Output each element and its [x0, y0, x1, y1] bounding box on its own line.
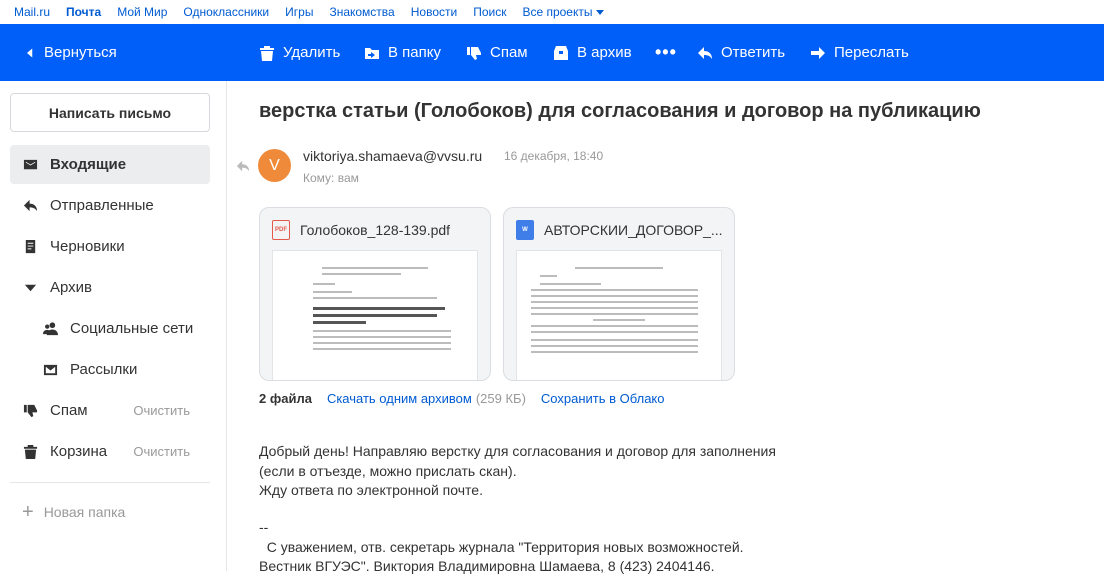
sidebar-item-label: Отправленные — [50, 197, 154, 214]
attachment-header: W АВТОРСКИИ_ДОГОВОР_... — [516, 220, 726, 240]
sender-email[interactable]: viktoriya.shamaeva@vvsu.ru — [303, 148, 482, 164]
sidebar-item-archive[interactable]: Архив — [10, 268, 210, 307]
move-label: В папку — [388, 44, 441, 61]
caret-down-icon — [22, 280, 38, 296]
portal-link-games[interactable]: Игры — [285, 5, 313, 19]
portal-link-all-projects[interactable]: Все проекты — [522, 5, 604, 19]
reply-button[interactable]: Ответить — [697, 24, 785, 81]
message-body: Добрый день! Направляю верстку для согла… — [259, 443, 776, 498]
archive-icon — [554, 45, 568, 60]
portal-link-ok[interactable]: Одноклассники — [183, 5, 269, 19]
spam-icon — [22, 403, 38, 419]
sidebar-item-label: Рассылки — [70, 361, 138, 378]
sidebar-item-label: Черновики — [50, 238, 125, 255]
attachment-card[interactable]: PDF Голобоков_128-139.pdf — [259, 207, 491, 381]
sidebar-item-newsletters[interactable]: Рассылки — [10, 350, 210, 389]
sidebar-item-label: Корзина — [50, 443, 108, 460]
attachment-name: Голобоков_128-139.pdf — [300, 222, 451, 238]
attachments-meta: 2 файла Скачать одним архивом (259 КБ) С… — [259, 391, 665, 406]
replied-indicator-icon — [236, 159, 250, 173]
attachment-name: АВТОРСКИИ_ДОГОВОР_... — [544, 222, 723, 238]
move-to-folder-button[interactable]: В папку — [364, 24, 441, 81]
avatar[interactable]: V — [258, 149, 291, 182]
chevron-down-icon — [595, 10, 604, 16]
reply-label: Ответить — [721, 44, 786, 61]
sidebar-item-label: Входящие — [50, 156, 127, 173]
sidebar-item-sent[interactable]: Отправленные — [10, 186, 210, 225]
pdf-icon: PDF — [272, 220, 290, 240]
portal-bar: Mail.ru Почта Мой Мир Одноклассники Игры… — [0, 0, 1104, 24]
portal-link-mail[interactable]: Почта — [66, 5, 101, 19]
drafts-icon — [22, 239, 38, 255]
forward-label: Переслать — [834, 44, 909, 61]
attachment-preview — [516, 250, 722, 380]
thumbs-down-icon — [467, 46, 481, 60]
newsletter-icon — [42, 362, 58, 378]
message-view: верстка статьи (Голобоков) для согласова… — [228, 81, 1104, 574]
save-to-cloud-link[interactable]: Сохранить в Облако — [541, 391, 665, 406]
message-subject: верстка статьи (Голобоков) для согласова… — [259, 100, 981, 122]
archive-label: В архив — [577, 44, 632, 61]
archive-button[interactable]: В архив — [553, 24, 632, 81]
portal-link-dating[interactable]: Знакомства — [329, 5, 394, 19]
back-button[interactable]: Вернуться — [24, 24, 117, 81]
folder-move-icon — [365, 47, 379, 59]
portal-link-mailru[interactable]: Mail.ru — [14, 5, 50, 19]
download-archive-link[interactable]: Скачать одним архивом — [327, 391, 472, 406]
delete-button[interactable]: Удалить — [259, 24, 340, 81]
portal-link-news[interactable]: Новости — [411, 5, 457, 19]
archive-size: (259 КБ) — [475, 391, 526, 406]
message-signature: -- С уважением, отв. секретарь журнала "… — [259, 519, 744, 574]
attachment-card[interactable]: W АВТОРСКИИ_ДОГОВОР_... — [503, 207, 735, 381]
people-icon — [42, 321, 58, 337]
new-folder-label: Новая папка — [43, 504, 126, 520]
trash-icon — [260, 45, 274, 61]
portal-link-myworld[interactable]: Мой Мир — [117, 5, 167, 19]
all-projects-label: Все проекты — [522, 5, 593, 19]
more-dots-icon: ••• — [655, 42, 677, 62]
sidebar-item-spam[interactable]: Спам Очистить — [10, 391, 210, 430]
word-doc-icon: W — [516, 220, 534, 240]
portal-link-search[interactable]: Поиск — [473, 5, 506, 19]
forward-icon — [811, 46, 825, 59]
attachments-count: 2 файла — [259, 391, 312, 406]
sidebar-item-label: Архив — [50, 279, 93, 296]
sidebar: Написать письмо Входящие Отправленные Че… — [0, 81, 227, 571]
recipient-line: Кому: вам — [303, 171, 359, 185]
spam-label: Спам — [490, 44, 528, 61]
sidebar-item-trash[interactable]: Корзина Очистить — [10, 432, 210, 471]
compose-button[interactable]: Написать письмо — [10, 93, 210, 132]
sidebar-item-inbox[interactable]: Входящие — [10, 145, 210, 184]
inbox-icon — [22, 157, 38, 173]
sidebar-item-label: Социальные сети — [70, 320, 194, 337]
delete-label: Удалить — [283, 44, 341, 61]
back-arrow-icon — [27, 48, 33, 57]
more-button[interactable]: ••• — [655, 24, 677, 81]
sent-icon — [22, 198, 38, 214]
message-date: 16 декабря, 18:40 — [504, 149, 604, 163]
attachment-preview — [272, 250, 478, 380]
message-toolbar: Вернуться Удалить В папку Спам В архив •… — [0, 24, 1104, 81]
attachment-header: PDF Голобоков_128-139.pdf — [272, 220, 482, 240]
reply-icon — [698, 46, 712, 59]
sidebar-item-social[interactable]: Социальные сети — [10, 309, 210, 348]
clean-spam-button[interactable]: Очистить — [133, 403, 190, 418]
sidebar-item-drafts[interactable]: Черновики — [10, 227, 210, 266]
sidebar-item-label: Спам — [50, 402, 88, 419]
clean-trash-button[interactable]: Очистить — [133, 444, 190, 459]
new-folder-button[interactable]: + Новая папка — [10, 497, 210, 527]
back-label: Вернуться — [44, 44, 117, 61]
plus-icon: + — [22, 501, 34, 523]
sidebar-divider — [10, 482, 210, 483]
trash-icon — [22, 444, 38, 460]
spam-button[interactable]: Спам — [466, 24, 528, 81]
forward-button[interactable]: Переслать — [810, 24, 909, 81]
